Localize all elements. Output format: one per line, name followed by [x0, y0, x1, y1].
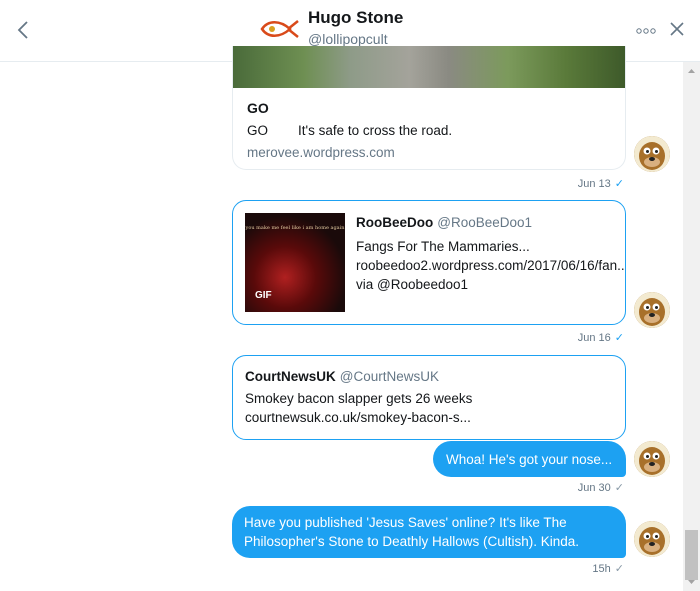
- ichthys-fish-logo: [260, 20, 299, 38]
- chevron-left-icon: [17, 21, 28, 39]
- more-options-button[interactable]: [636, 24, 656, 36]
- link-title: GO: [247, 100, 269, 116]
- message-timestamp: Jun 13 ✓: [540, 177, 624, 190]
- link-preview-image: [233, 46, 625, 88]
- message-timestamp: Jun 30 ✓: [540, 481, 624, 494]
- scrollbar-thumb[interactable]: [685, 530, 698, 580]
- scrollbar[interactable]: [683, 62, 700, 591]
- scooby-avatar-icon: [634, 292, 670, 328]
- timestamp-text: 15h: [592, 563, 611, 575]
- scooby-avatar-icon: [634, 441, 670, 477]
- timestamp-text: Jun 16: [577, 332, 611, 344]
- message-bubble[interactable]: Have you published 'Jesus Saves' online?…: [232, 506, 626, 558]
- message-timestamp: Jun 16 ✓: [540, 331, 624, 344]
- author-handle: @RooBeeDoo1: [437, 215, 533, 230]
- contact-name: Hugo Stone: [308, 8, 404, 27]
- gif-badge: GIF: [255, 290, 272, 301]
- avatar[interactable]: [634, 292, 670, 328]
- tweet-card-courtnews[interactable]: CourtNewsUK @CourtNewsUK Smokey bacon sla…: [232, 355, 626, 440]
- author-handle: @CourtNewsUK: [339, 369, 439, 384]
- link-card-go[interactable]: GO GO It's safe to cross the road. merov…: [232, 46, 626, 170]
- tweet-text: Smokey bacon slapper gets 26 weeks court…: [245, 391, 473, 425]
- avatar[interactable]: [634, 441, 670, 477]
- more-dots-icon: [636, 28, 656, 34]
- scroll-up-arrow-icon[interactable]: [683, 66, 700, 76]
- gif-thumbnail: you make me feel like i am home again GI…: [245, 213, 345, 312]
- gif-caption: you make me feel like i am home again: [245, 225, 345, 231]
- message-timestamp: 15h ✓: [540, 562, 624, 575]
- author-name: RooBeeDoo: [356, 215, 434, 230]
- check-icon: ✓: [614, 482, 624, 494]
- scooby-avatar-icon: [634, 521, 670, 557]
- timestamp-text: Jun 13: [577, 178, 611, 190]
- check-icon: ✓: [614, 178, 624, 190]
- tweet-author: CourtNewsUK @CourtNewsUK: [245, 369, 439, 384]
- tweet-author: RooBeeDoo @RooBeeDoo1: [356, 215, 532, 230]
- avatar[interactable]: [634, 136, 670, 172]
- tweet-card-roobeedoo[interactable]: you make me feel like i am home again GI…: [232, 200, 626, 325]
- check-icon: ✓: [614, 563, 624, 575]
- close-icon: [670, 22, 684, 36]
- contact-handle: @lollipopcult: [308, 31, 388, 47]
- scroll-down-arrow-icon[interactable]: [683, 577, 700, 587]
- avatar[interactable]: [634, 521, 670, 557]
- author-name: CourtNewsUK: [245, 369, 336, 384]
- scooby-avatar-icon: [634, 136, 670, 172]
- back-button[interactable]: [14, 18, 34, 42]
- close-button[interactable]: [668, 20, 686, 38]
- timestamp-text: Jun 30: [577, 482, 611, 494]
- check-icon: ✓: [614, 332, 624, 344]
- tweet-text: Fangs For The Mammaries... roobeedoo2.wo…: [356, 239, 626, 292]
- link-domain: merovee.wordpress.com: [247, 145, 395, 160]
- link-description: GO It's safe to cross the road.: [247, 123, 453, 138]
- message-bubble[interactable]: Whoa! He's got your nose...: [433, 441, 626, 477]
